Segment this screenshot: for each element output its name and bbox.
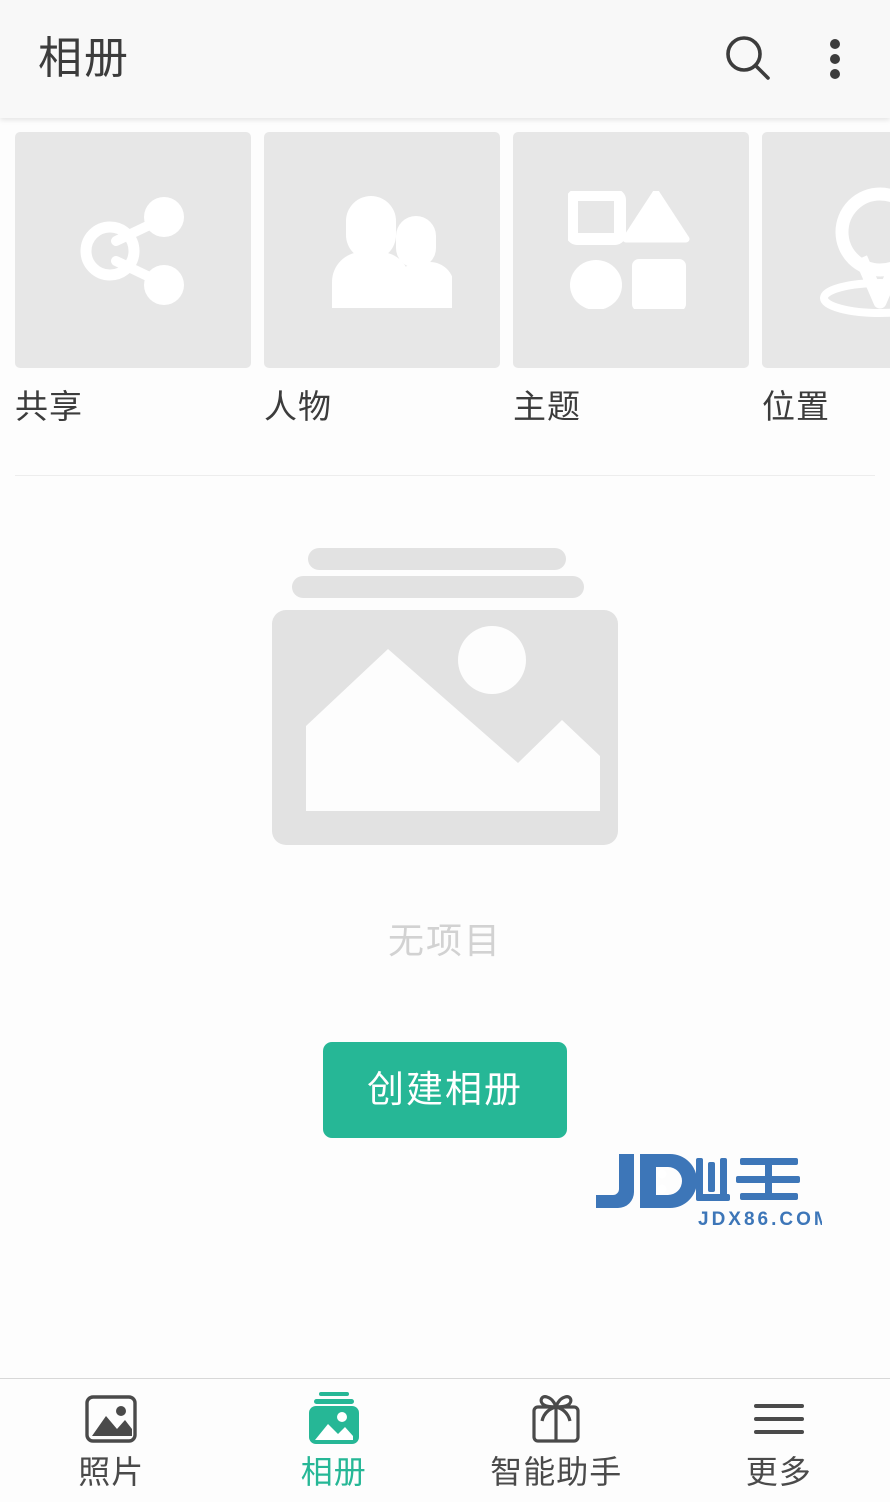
watermark-jd: JDX86.COM (592, 1146, 830, 1236)
albums-screen: 相册 共享 人物 主题 位置 无项目 创建相册 JDX86.COM 照片 相册 … (0, 0, 890, 1502)
category-row: 共享 人物 主题 位置 (0, 132, 890, 423)
stacked-photos-placeholder-icon (272, 548, 618, 845)
gift-outline-icon (532, 1395, 580, 1443)
nav-label: 智能助手 (490, 1454, 623, 1490)
nav-item-more[interactable]: 更多 (668, 1391, 890, 1488)
nav-item-smart-assistant[interactable]: 智能助手 (445, 1391, 668, 1488)
overflow-menu-button[interactable] (810, 23, 860, 95)
nav-icon-wrap (528, 1391, 584, 1447)
empty-state-message: 无项目 (387, 920, 502, 961)
nav-item-photos[interactable]: 照片 (0, 1391, 223, 1488)
category-thumb (15, 132, 251, 368)
nav-item-albums[interactable]: 相册 (223, 1391, 446, 1488)
category-tile-shared[interactable]: 共享 (15, 132, 251, 423)
album-list-empty-state: 无项目 创建相册 JDX86.COM (0, 476, 890, 1378)
nav-icon-wrap (83, 1391, 139, 1447)
nav-label: 照片 (78, 1454, 145, 1490)
category-thumb (264, 132, 500, 368)
page-title: 相册 (38, 34, 130, 83)
nav-icon-wrap (306, 1391, 362, 1447)
category-thumb (762, 132, 890, 368)
share-icon (80, 197, 184, 305)
category-tile-location[interactable]: 位置 (762, 132, 890, 423)
search-button[interactable] (712, 23, 784, 95)
nav-label: 更多 (745, 1454, 812, 1490)
app-header: 相册 (0, 0, 890, 118)
nav-icon-wrap (751, 1391, 807, 1447)
photo-outline-icon (85, 1395, 137, 1443)
category-tile-themes[interactable]: 主题 (513, 132, 749, 423)
nav-label: 相册 (300, 1454, 367, 1490)
category-label: 位置 (762, 388, 830, 423)
bottom-navigation: 照片 相册 智能助手 更多 (0, 1378, 890, 1502)
location-pin-icon (820, 187, 890, 317)
category-label: 主题 (513, 388, 581, 423)
people-icon (332, 196, 452, 308)
category-thumb (513, 132, 749, 368)
category-label: 共享 (15, 388, 83, 423)
watermark-url: JDX86.COM (698, 1209, 822, 1230)
shapes-icon (568, 191, 690, 309)
create-album-button[interactable]: 创建相册 (323, 1042, 567, 1138)
jd-jiangdong-watermark-icon: JDX86.COM (596, 1154, 830, 1230)
hamburger-menu-icon (753, 1404, 804, 1434)
search-icon (726, 36, 770, 80)
category-tile-people[interactable]: 人物 (264, 132, 500, 423)
category-carousel[interactable]: 共享 人物 主题 位置 (0, 118, 890, 423)
more-vertical-icon (830, 39, 840, 79)
album-filled-icon (308, 1392, 359, 1444)
header-actions (712, 23, 860, 95)
empty-state-illustration (270, 548, 620, 863)
category-label: 人物 (264, 388, 332, 423)
